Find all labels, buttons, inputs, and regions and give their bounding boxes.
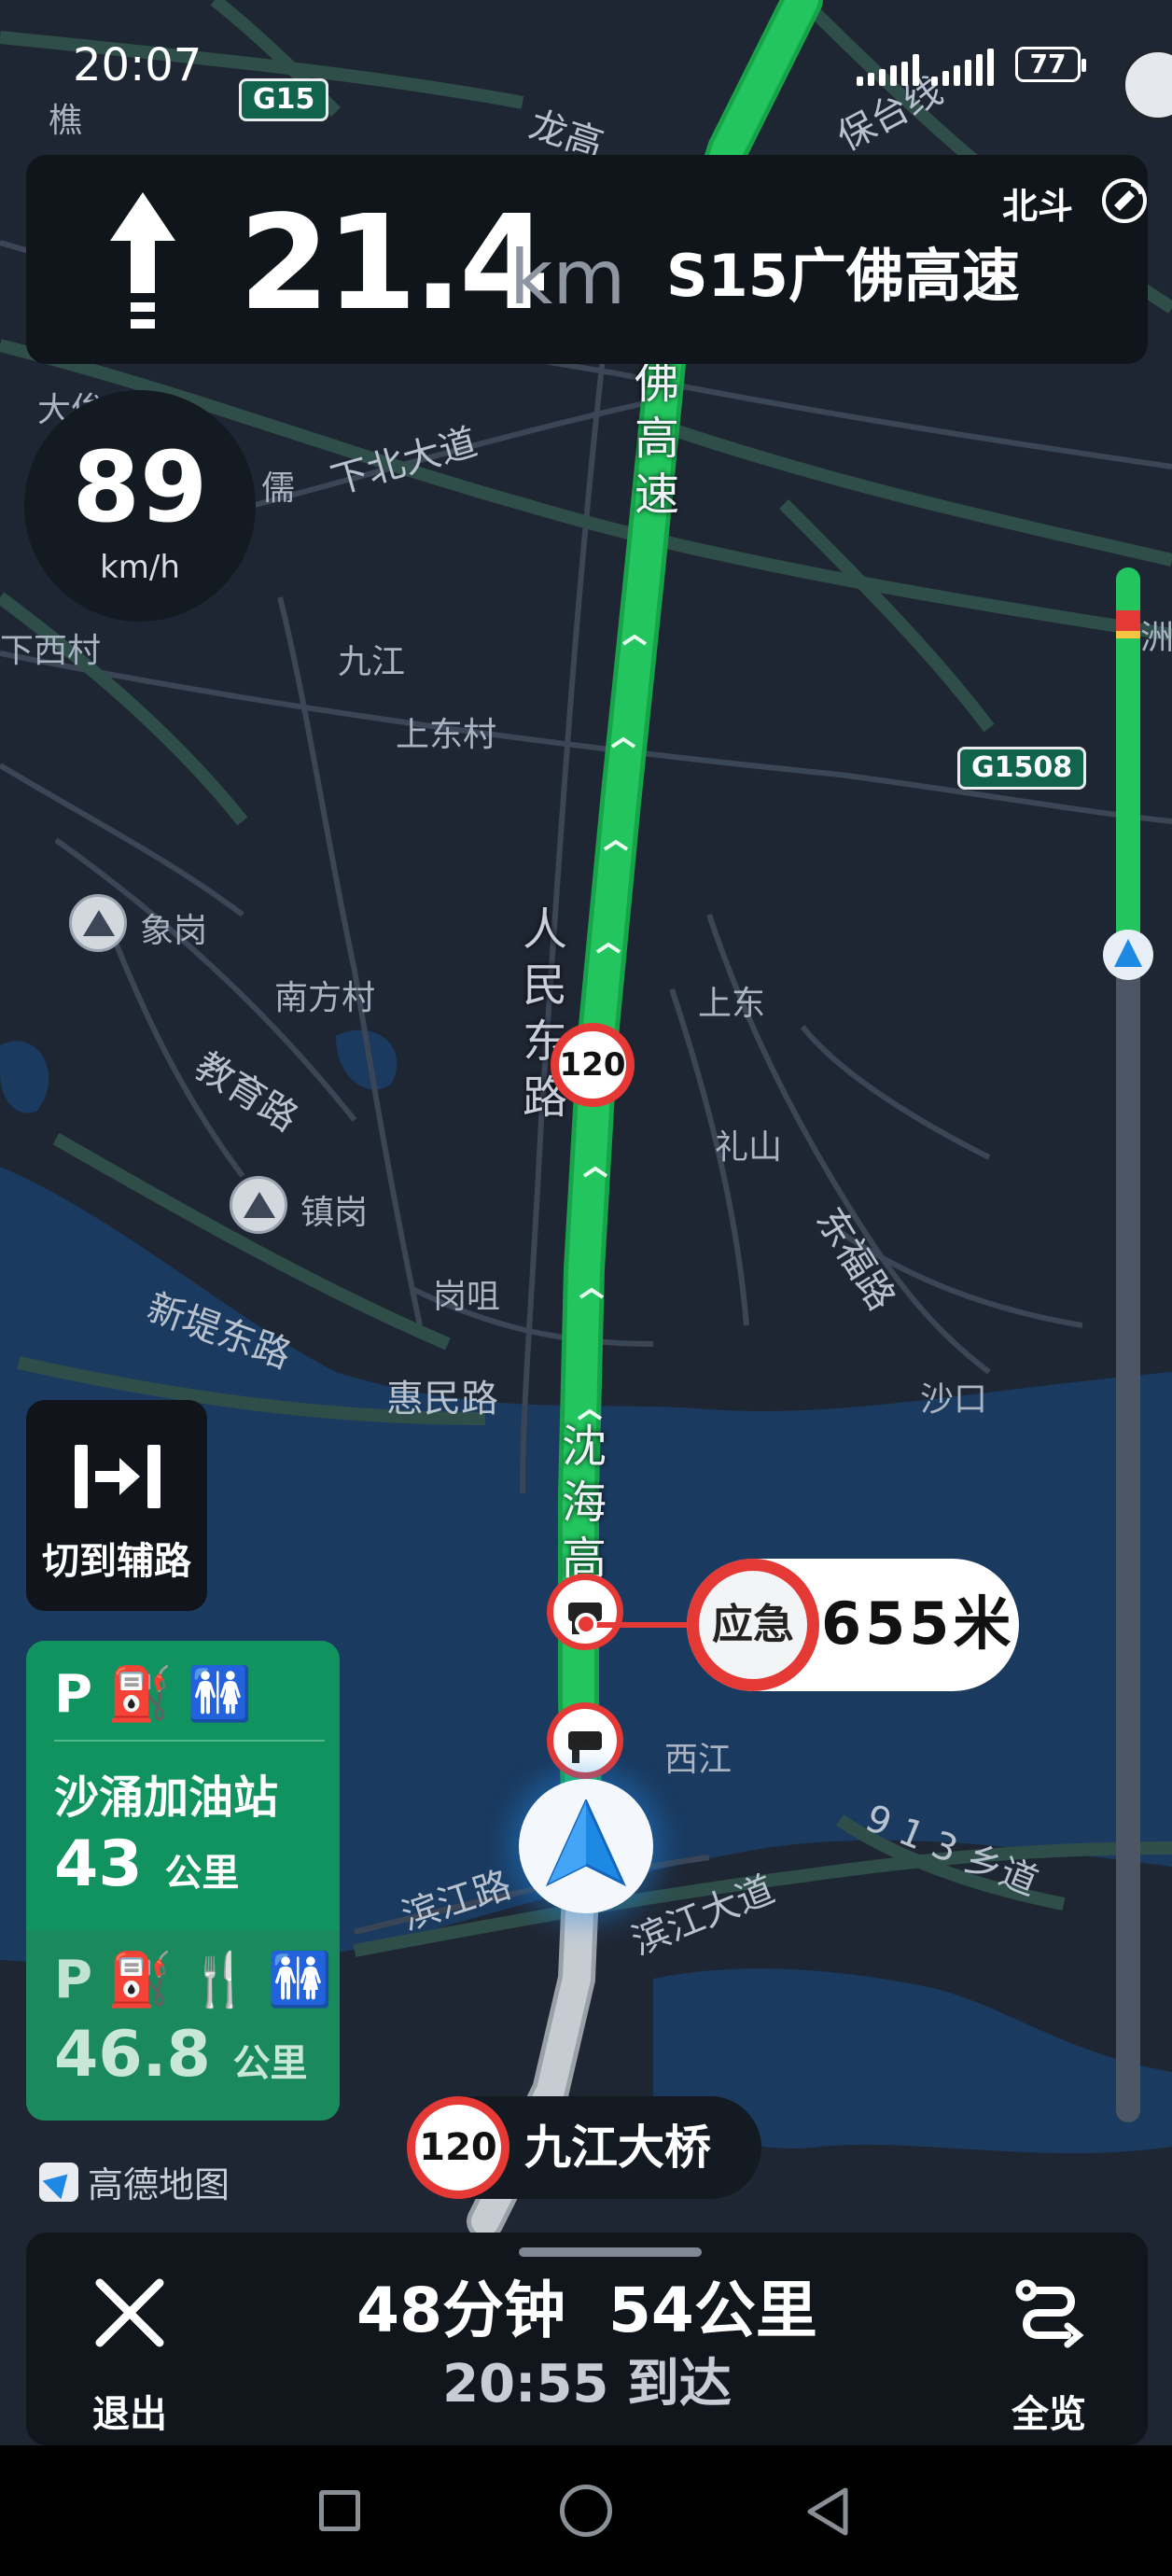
signal-strength-icon xyxy=(857,49,1006,86)
map-label: 南方村 xyxy=(274,979,376,1017)
amap-logo-text: 高德地图 xyxy=(88,2164,230,2205)
upcoming-road-name: 九江大桥 xyxy=(524,2121,711,2175)
divider xyxy=(54,1740,325,1742)
emergency-distance: 655米 xyxy=(821,1589,1015,1658)
upcoming-road-label[interactable]: 120 九江大桥 xyxy=(407,2096,761,2199)
emergency-connector xyxy=(590,1622,692,1628)
route-progress-position-icon xyxy=(1103,930,1153,980)
overview-label: 全览 xyxy=(1012,2393,1086,2436)
service-area-name: 沙涌加油站 xyxy=(54,1771,279,1824)
speed-limit-sign: 120 xyxy=(407,2096,509,2199)
map-label: 上东村 xyxy=(396,716,497,754)
drag-handle[interactable] xyxy=(519,2247,702,2257)
status-time: 20:07 xyxy=(73,39,202,91)
speed-limit-sign[interactable]: 120 xyxy=(551,1023,635,1107)
map-label: 九江 xyxy=(338,643,406,681)
emergency-point-marker xyxy=(575,1613,597,1635)
route-overview-button[interactable]: 全览 xyxy=(993,2270,1105,2436)
next-maneuver-distance: 21.4 xyxy=(239,188,550,340)
service-area-next[interactable]: P ⛽ 🚻 沙涌加油站 43 公里 xyxy=(26,1641,340,1930)
route-progress-slow-segment xyxy=(1116,631,1140,638)
gas-station-icon: ⛽ xyxy=(107,1664,173,1725)
road-label-vertical: 佛高速 xyxy=(634,357,679,521)
service-area-distance-unit: 公里 xyxy=(164,1852,240,1895)
home-button[interactable] xyxy=(560,2485,612,2537)
highway-shield-g1508: G1508 xyxy=(957,747,1087,790)
service-area-distance: 46.8 公里 xyxy=(54,2018,307,2101)
mountain-poi-icon[interactable] xyxy=(69,894,127,952)
service-area-distance-value: 43 xyxy=(54,1827,143,1901)
parking-icon: P xyxy=(54,1950,93,2010)
service-area-distance-unit: 公里 xyxy=(232,2042,308,2085)
restroom-icon: 🚻 xyxy=(267,1950,333,2010)
current-location-icon xyxy=(519,1779,653,1913)
next-maneuver-unit: km xyxy=(509,234,626,321)
service-area-card[interactable]: P ⛽ 🚻 沙涌加油站 43 公里 P ⛽ 🍴 🚻 46.8 公里 xyxy=(26,1641,340,2121)
status-bar: 20:07 77 xyxy=(0,0,1172,140)
switch-to-side-road-button[interactable]: 切到辅路 xyxy=(26,1400,207,1611)
mountain-poi-icon[interactable] xyxy=(230,1176,287,1234)
trip-distance: 54公里 xyxy=(607,2275,817,2346)
trip-duration: 48分钟 xyxy=(356,2275,566,2346)
map-label: 象岗 xyxy=(140,912,208,950)
emergency-lane-callout[interactable]: 应急 655米 xyxy=(687,1559,1019,1691)
switch-to-side-road-label: 切到辅路 xyxy=(42,1540,191,1583)
speed-camera-icon[interactable] xyxy=(547,1702,623,1779)
positioning-system-label: 北斗 xyxy=(1002,186,1074,227)
map-label: 岗咀 xyxy=(433,1278,501,1316)
map-label: 洲沙 xyxy=(1140,619,1172,657)
current-speed-unit: km/h xyxy=(100,549,180,586)
service-area-distance: 43 公里 xyxy=(54,1827,239,1911)
next-road-name: S15广佛高速 xyxy=(666,242,1020,310)
route-progress-congestion-segment xyxy=(1116,610,1140,631)
map-label: 下西村 xyxy=(0,632,102,670)
side-road-icon xyxy=(75,1445,160,1508)
map-label: 西江 xyxy=(664,1741,732,1779)
map-label: 沙口 xyxy=(920,1380,988,1419)
satellite-icon xyxy=(1102,178,1147,223)
parking-icon: P xyxy=(54,1664,93,1725)
restaurant-icon: 🍴 xyxy=(187,1950,253,2010)
service-area-distance-value: 46.8 xyxy=(54,2018,211,2092)
map-label: 镇岗 xyxy=(300,1194,369,1232)
back-button[interactable] xyxy=(804,2486,851,2537)
current-speed-badge: 89 km/h xyxy=(24,390,256,622)
emergency-badge: 应急 xyxy=(687,1559,819,1691)
straight-arrow-icon xyxy=(110,192,175,329)
map-label: 礼山 xyxy=(715,1128,783,1167)
map-label: 上东 xyxy=(698,985,766,1023)
route-overview-icon xyxy=(1015,2279,1084,2348)
gas-station-icon: ⛽ xyxy=(107,1950,173,2010)
map-label: 儒 xyxy=(261,469,296,508)
speed-camera-icon[interactable] xyxy=(547,1574,623,1650)
compass-button[interactable] xyxy=(1122,49,1172,121)
restroom-icon: 🚻 xyxy=(187,1664,253,1725)
trip-eta: 20:55 到达 xyxy=(442,2354,732,2415)
current-speed-value: 89 xyxy=(72,430,208,544)
amap-logo-icon xyxy=(39,2162,78,2202)
battery-icon: 77 xyxy=(1015,47,1086,82)
trip-remaining: 48分钟 54公里 xyxy=(26,2274,1148,2348)
trip-summary-panel[interactable]: 退出 48分钟 54公里 20:55 到达 全览 xyxy=(26,2233,1148,2445)
recent-apps-button[interactable] xyxy=(319,2490,360,2531)
turn-guidance-panel[interactable]: 21.4 km S15广佛高速 北斗 xyxy=(26,155,1148,364)
map-road-label: 惠民路 xyxy=(386,1378,498,1421)
amap-logo: 高德地图 xyxy=(39,2156,230,2207)
